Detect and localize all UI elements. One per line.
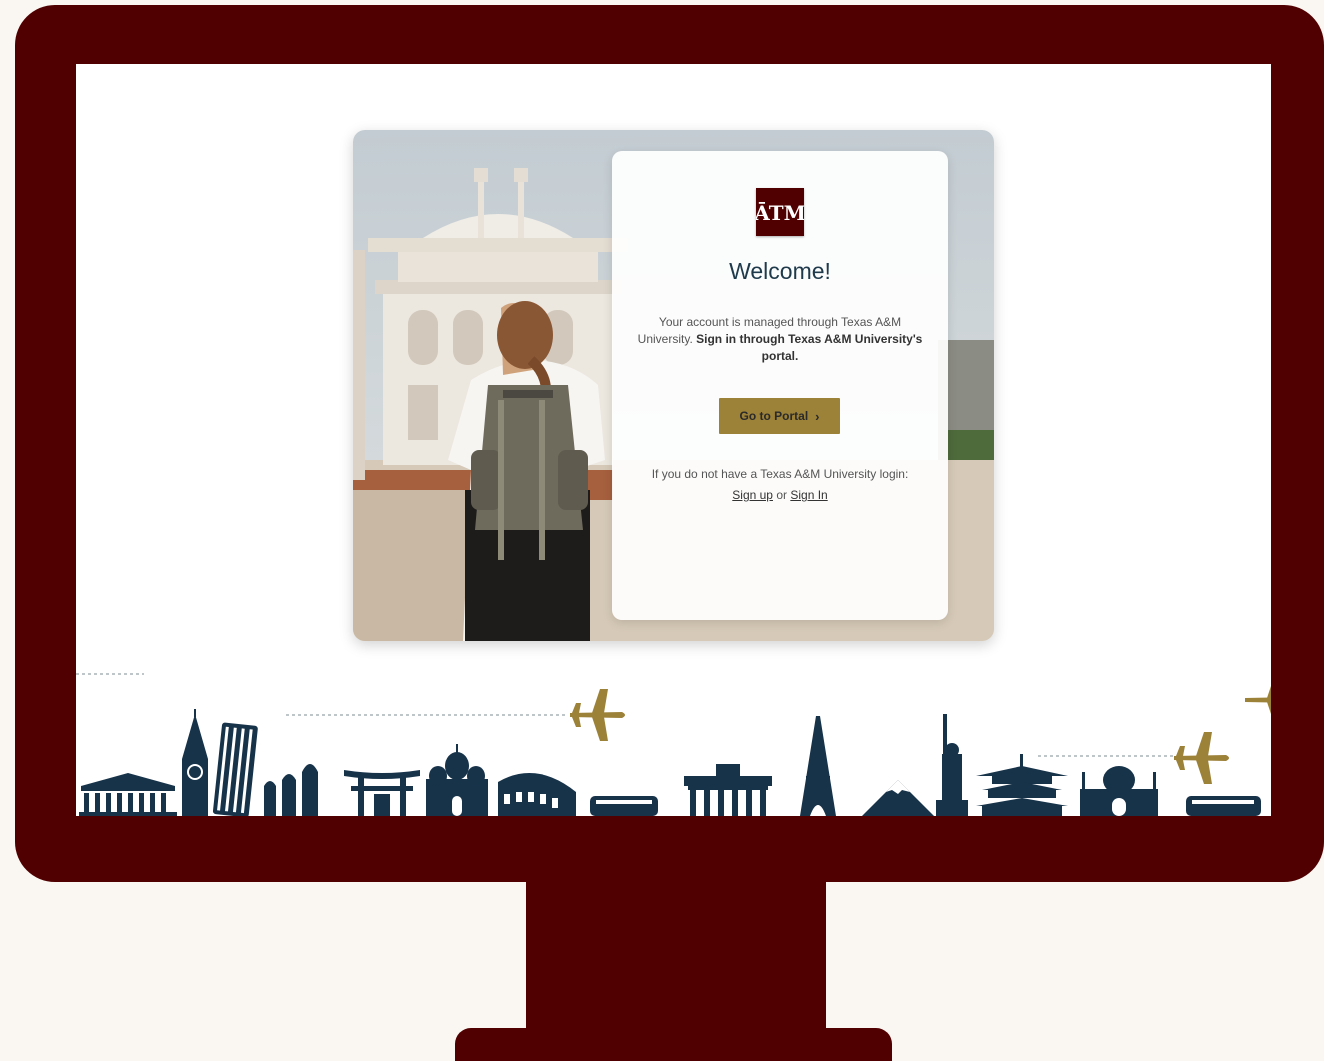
taj-mahal-icon: [1080, 766, 1158, 816]
pagoda-icon: [976, 754, 1068, 816]
big-ben-icon: [182, 709, 208, 816]
statue-of-liberty-icon: [936, 714, 968, 816]
colosseum-icon: [498, 773, 576, 816]
leaning-tower-icon: [212, 722, 258, 816]
monitor-stand-neck: [526, 870, 826, 1040]
landmark-skyline: [76, 673, 1271, 816]
moai-statues-icon: [264, 764, 318, 816]
monitor-stand-base: [455, 1028, 892, 1061]
airplane-icon: [1245, 686, 1271, 714]
brandenburg-gate-icon: [684, 764, 772, 816]
st-basils-cathedral-icon: [426, 744, 488, 816]
eiffel-tower-icon: [800, 716, 836, 816]
airplane-icon: [1174, 732, 1229, 784]
bus-icon: [590, 796, 658, 816]
bus-icon: [1186, 796, 1261, 816]
airplane-icon: [570, 689, 625, 741]
torii-gate-icon: [344, 770, 420, 816]
mount-fuji-icon: [862, 780, 934, 816]
parthenon-icon: [79, 773, 177, 816]
monitor-screen: ĀTM Welcome! Your account is managed thr…: [76, 64, 1271, 816]
